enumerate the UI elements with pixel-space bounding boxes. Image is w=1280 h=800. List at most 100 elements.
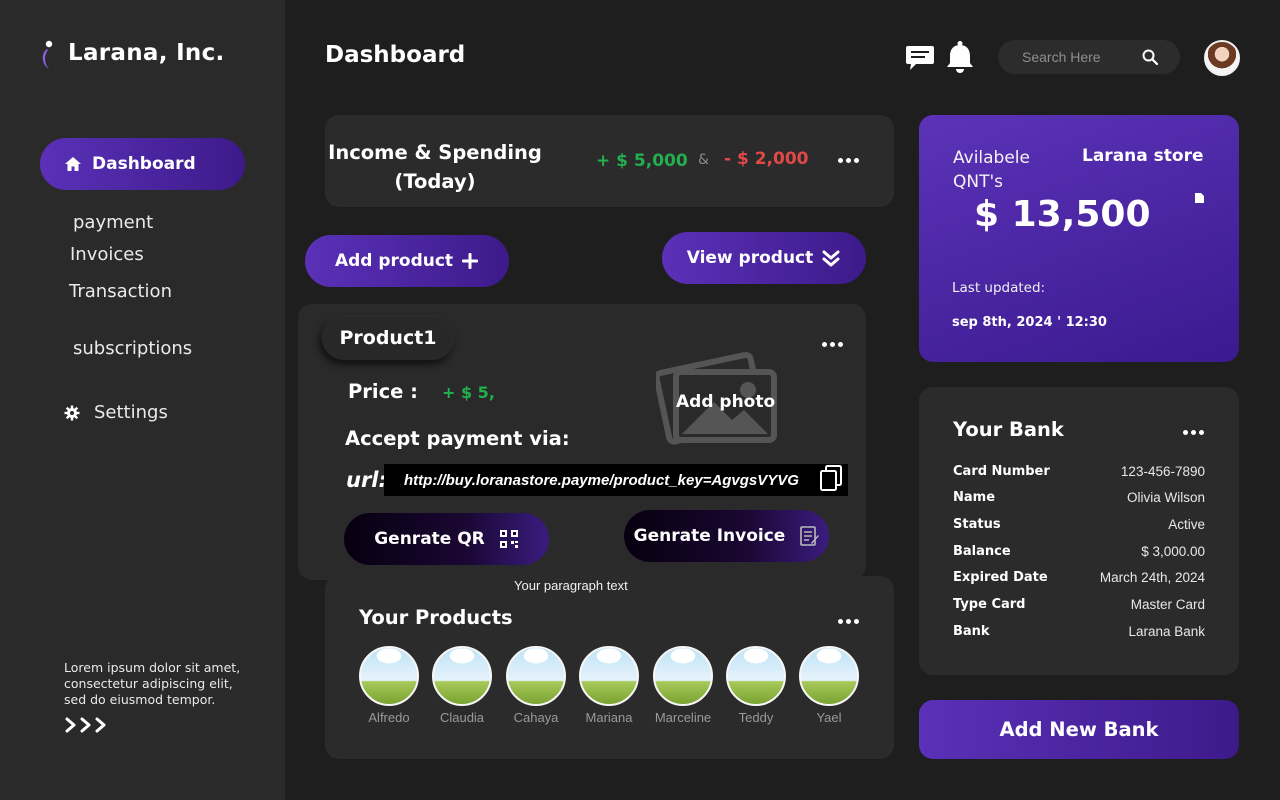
person-name: Teddy <box>738 710 774 725</box>
bank-row-key: Name <box>953 490 996 505</box>
person-name: Claudia <box>439 710 485 725</box>
product-person[interactable]: Cahaya <box>496 646 576 725</box>
bank-row-key: Type Card <box>953 597 1026 612</box>
bank-row-expired-date: Expired Date March 24th, 2024 <box>953 570 1205 585</box>
user-avatar[interactable] <box>1204 40 1240 76</box>
copy-icon[interactable] <box>818 464 844 492</box>
add-product-button[interactable]: Add product <box>305 235 509 287</box>
brand-logo-icon <box>42 40 53 69</box>
product-person[interactable]: Marceline <box>643 646 723 725</box>
url-label: url: <box>346 468 387 492</box>
generate-qr-label: Genrate QR <box>374 529 485 549</box>
bank-row-type-card: Type Card Master Card <box>953 597 1205 612</box>
paragraph-text: Your paragraph text <box>514 578 628 593</box>
bank-row-name: Name Olivia Wilson <box>953 490 1205 505</box>
person-avatar <box>359 646 419 706</box>
store-name: Larana store <box>1082 146 1204 166</box>
bank-row-value: Master Card <box>1130 597 1205 612</box>
bank-row-key: Expired Date <box>953 570 1048 585</box>
sidebar-item-invoices[interactable]: Invoices <box>70 244 144 265</box>
invoice-icon <box>800 526 820 546</box>
page-title: Dashboard <box>325 42 466 68</box>
price-label: Price : <box>348 380 418 403</box>
generate-qr-button[interactable]: Genrate QR <box>344 513 549 565</box>
person-name: Alfredo <box>368 710 410 725</box>
bank-row-value: $ 3,000.00 <box>1141 544 1205 559</box>
accept-payment-label: Accept payment via: <box>345 427 570 450</box>
search-input[interactable] <box>1022 49 1132 65</box>
view-product-button[interactable]: View product <box>662 232 866 284</box>
product-person[interactable]: Alfredo <box>349 646 429 725</box>
sidebar-item-dashboard[interactable]: Dashboard <box>40 138 245 190</box>
last-updated-label: Last updated: <box>952 280 1046 296</box>
document-icon[interactable] <box>1194 192 1205 204</box>
product-person[interactable]: Yael <box>789 646 869 725</box>
income-spending-title: Income & Spending (Today) <box>328 141 542 193</box>
your-products-title: Your Products <box>359 606 513 629</box>
brand-name: Larana, Inc. <box>68 40 225 66</box>
add-new-bank-button[interactable]: Add New Bank <box>919 700 1239 759</box>
person-name: Cahaya <box>513 710 559 725</box>
search-icon[interactable] <box>1142 49 1158 65</box>
sidebar-note: Lorem ipsum dolor sit amet, consectetur … <box>64 660 241 707</box>
bank-row-value: March 24th, 2024 <box>1099 570 1205 585</box>
add-product-label: Add product <box>334 251 454 271</box>
person-avatar <box>506 646 566 706</box>
person-avatar <box>432 646 492 706</box>
bank-row-value: Larana Bank <box>1128 624 1205 639</box>
bank-row-key: Status <box>953 517 1001 532</box>
bank-more-icon[interactable] <box>1183 430 1204 435</box>
product-name[interactable]: Product1 <box>322 316 454 360</box>
bank-row-bank: Bank Larana Bank <box>953 624 1205 639</box>
person-avatar <box>579 646 639 706</box>
sidebar-item-subscriptions[interactable]: subscriptions <box>73 338 192 359</box>
sidebar-item-transaction[interactable]: Transaction <box>69 281 172 302</box>
balance-value: $ 13,500 <box>974 194 1151 235</box>
add-new-bank-label: Add New Bank <box>999 718 1159 741</box>
bank-row-key: Balance <box>953 544 1011 559</box>
product-person[interactable]: Teddy <box>716 646 796 725</box>
sidebar-item-settings[interactable]: Settings <box>64 402 168 423</box>
price-value: + $ 5, <box>442 383 495 402</box>
chevron-double-down-icon <box>822 250 840 267</box>
product-person[interactable]: Claudia <box>422 646 502 725</box>
income-more-icon[interactable] <box>838 158 859 163</box>
bank-row-card-number: Card Number 123-456-7890 <box>953 464 1205 479</box>
expand-arrows-icon[interactable] <box>64 716 110 734</box>
person-avatar <box>726 646 786 706</box>
bell-icon[interactable] <box>945 40 975 74</box>
available-qnt-label: Avilabele QNT's <box>953 148 1030 192</box>
sidebar-item-payment[interactable]: payment <box>73 212 153 233</box>
last-updated-value: sep 8th, 2024 ' 12:30 <box>952 315 1107 330</box>
bank-row-key: Bank <box>953 624 990 639</box>
person-name: Marceline <box>654 710 712 725</box>
bank-row-value: 123-456-7890 <box>1120 464 1205 479</box>
bank-row-value: Olivia Wilson <box>1126 490 1205 505</box>
bank-row-balance: Balance $ 3,000.00 <box>953 544 1205 559</box>
generate-invoice-label: Genrate Invoice <box>633 526 786 546</box>
gear-icon <box>64 405 80 420</box>
person-name: Mariana <box>585 710 633 725</box>
spending-value: - $ 2,000 <box>724 149 809 169</box>
bank-row-key: Card Number <box>953 464 1050 479</box>
product-url-value: http://buy.loranastore.payme/product_key… <box>404 471 799 489</box>
bank-row-value: Active <box>1168 517 1205 532</box>
plus-icon <box>462 253 479 269</box>
sidebar-item-label: Dashboard <box>92 154 196 174</box>
income-separator: & <box>698 152 709 168</box>
product-person[interactable]: Mariana <box>569 646 649 725</box>
person-avatar <box>799 646 859 706</box>
view-product-label: View product <box>686 248 814 268</box>
sidebar-item-label: Settings <box>94 402 168 423</box>
bank-title: Your Bank <box>953 418 1064 441</box>
bank-row-status: Status Active <box>953 517 1205 532</box>
generate-invoice-button[interactable]: Genrate Invoice <box>624 510 829 562</box>
search-bar[interactable] <box>998 40 1180 74</box>
product-url-field[interactable]: http://buy.loranastore.payme/product_key… <box>384 464 848 496</box>
add-photo-label[interactable]: Add photo <box>676 392 775 412</box>
products-more-icon[interactable] <box>838 619 859 624</box>
person-name: Yael <box>816 710 842 725</box>
chat-icon[interactable] <box>905 44 935 72</box>
person-avatar <box>653 646 713 706</box>
product-more-icon[interactable] <box>822 342 843 347</box>
